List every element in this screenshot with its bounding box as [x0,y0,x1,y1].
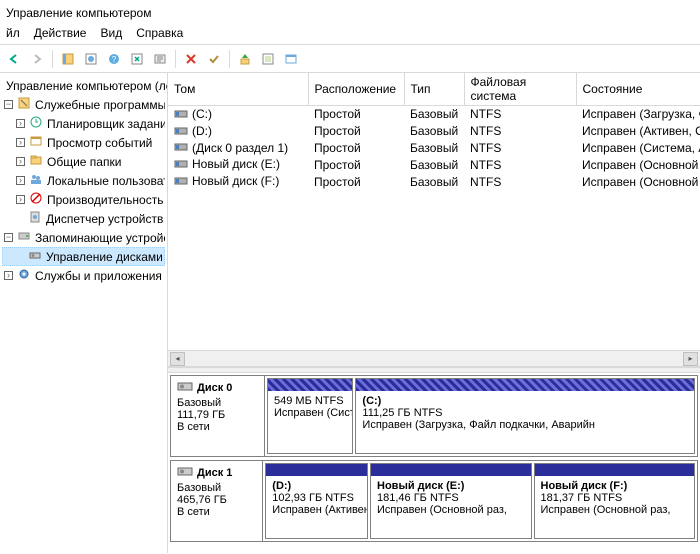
table-row[interactable]: Новый диск (E:)ПростойБазовыйNTFSИсправе… [168,156,700,173]
expand-icon[interactable]: − [4,233,13,242]
disk-row: Диск 1Базовый465,76 ГБВ сети(D:)102,93 Г… [170,460,698,542]
menu-file[interactable]: йл [6,26,20,40]
users-icon [29,172,43,189]
partition[interactable]: Новый диск (E:)181,46 ГБ NTFSИсправен (О… [370,463,531,539]
check-button[interactable] [204,49,224,69]
disk-info[interactable]: Диск 0Базовый111,79 ГБВ сети [171,376,265,456]
col-status[interactable]: Состояние [576,73,700,106]
partition[interactable]: (C:)111,25 ГБ NTFSИсправен (Загрузка, Фа… [355,378,695,454]
device-icon [28,210,42,227]
partition[interactable]: (D:)102,93 ГБ NTFSИсправен (Активен, Осн [265,463,368,539]
tree-item[interactable]: − Служебные программы [2,95,165,114]
view-button[interactable] [281,49,301,69]
volume-icon [174,141,188,155]
expand-icon[interactable]: › [16,157,25,166]
partition-header [356,379,694,391]
tree-item-label: Диспетчер устройств [46,212,163,226]
properties-button[interactable] [81,49,101,69]
scroll-left-icon[interactable]: ◂ [170,352,185,366]
expand-icon[interactable]: › [16,138,25,147]
table-row[interactable]: (Диск 0 раздел 1)ПростойБазовыйNTFSИспра… [168,140,700,157]
volume-icon [174,158,188,172]
expand-icon[interactable]: − [4,100,13,109]
volume-icon [174,125,188,139]
disk-icon [28,248,42,265]
volume-hscroll[interactable]: ◂ ▸ [168,350,700,366]
disk-map: Диск 0Базовый111,79 ГБВ сети549 МБ NTFSИ… [168,373,700,553]
menu-help[interactable]: Справка [136,26,183,40]
tree-item-label: Службы и приложения [35,269,162,283]
storage-icon [17,229,31,246]
expand-icon[interactable]: › [4,271,13,280]
disk-icon [177,380,193,395]
services-icon [17,267,31,284]
toolbar: ? [0,45,700,73]
tree-pane: Управление компьютером (лс − Служебные пр… [0,73,168,553]
disk-info[interactable]: Диск 1Базовый465,76 ГБВ сети [171,461,263,541]
menu-action[interactable]: Действие [34,26,87,40]
svg-text:?: ? [112,55,117,64]
partition[interactable]: 549 МБ NTFSИсправен (Система, Ак [267,378,353,454]
tree-item[interactable]: › Службы и приложения [2,266,165,285]
perf-icon [29,191,43,208]
tree-root[interactable]: Управление компьютером (лс [2,77,165,95]
tree-item[interactable]: › Просмотр событий [2,133,165,152]
content-pane: Том Расположение Тип Файловая система Со… [168,73,700,553]
menubar: йл Действие Вид Справка [0,24,700,45]
partition-header [266,464,367,476]
partition-header [371,464,530,476]
volume-list: Том Расположение Тип Файловая система Со… [168,73,700,367]
window-title: Управление компьютером [0,0,700,24]
tree-item[interactable]: › Производительность [2,190,165,209]
disk-icon [177,465,193,480]
menu-view[interactable]: Вид [100,26,122,40]
tree-item-label: Управление дисками [46,250,163,264]
tree-item[interactable]: − Запоминающие устройс [2,228,165,247]
tree-item-label: Служебные программы [35,98,165,112]
col-layout[interactable]: Расположение [308,73,404,106]
folder-icon [29,153,43,170]
volume-icon [174,175,188,189]
col-type[interactable]: Тип [404,73,464,106]
tree-item-label: Общие папки [47,155,121,169]
scroll-right-icon[interactable]: ▸ [683,352,698,366]
settings-button[interactable] [258,49,278,69]
tree-item[interactable]: Управление дисками [2,247,165,266]
action-button[interactable] [150,49,170,69]
refresh-button[interactable] [127,49,147,69]
help-button[interactable]: ? [104,49,124,69]
tree-item-label: Планировщик заданий [47,117,165,131]
expand-icon[interactable]: › [16,176,25,185]
tree-item-label: Просмотр событий [47,136,152,150]
table-row[interactable]: (C:)ПростойБазовыйNTFSИсправен (Загрузка… [168,106,700,123]
expand-icon[interactable]: › [16,119,25,128]
tree-item-label: Производительность [47,193,163,207]
tree-root-label: Управление компьютером (лс [6,79,168,93]
col-volume[interactable]: Том [168,73,308,106]
disk-row: Диск 0Базовый111,79 ГБВ сети549 МБ NTFSИ… [170,375,698,457]
delete-button[interactable] [181,49,201,69]
table-row[interactable]: (D:)ПростойБазовыйNTFSИсправен (Активен,… [168,123,700,140]
table-row[interactable]: Новый диск (F:)ПростойБазовыйNTFSИсправе… [168,173,700,190]
col-fs[interactable]: Файловая система [464,73,576,106]
show-hide-tree-button[interactable] [58,49,78,69]
tree-item[interactable]: › Локальные пользовате [2,171,165,190]
back-button[interactable] [4,49,24,69]
up-button[interactable] [235,49,255,69]
partition-header [268,379,352,391]
partition[interactable]: Новый диск (F:)181,37 ГБ NTFSИсправен (О… [534,463,695,539]
tree-item-label: Локальные пользовате [47,174,165,188]
tree-item[interactable]: › Планировщик заданий [2,114,165,133]
partition-header [535,464,694,476]
tree-item-label: Запоминающие устройс [35,231,165,245]
forward-button[interactable] [27,49,47,69]
expand-icon[interactable]: › [16,195,25,204]
tree-item[interactable]: Диспетчер устройств [2,209,165,228]
clock-icon [29,115,43,132]
tools-icon [17,96,31,113]
volume-icon [174,108,188,122]
tree-item[interactable]: › Общие папки [2,152,165,171]
event-icon [29,134,43,151]
